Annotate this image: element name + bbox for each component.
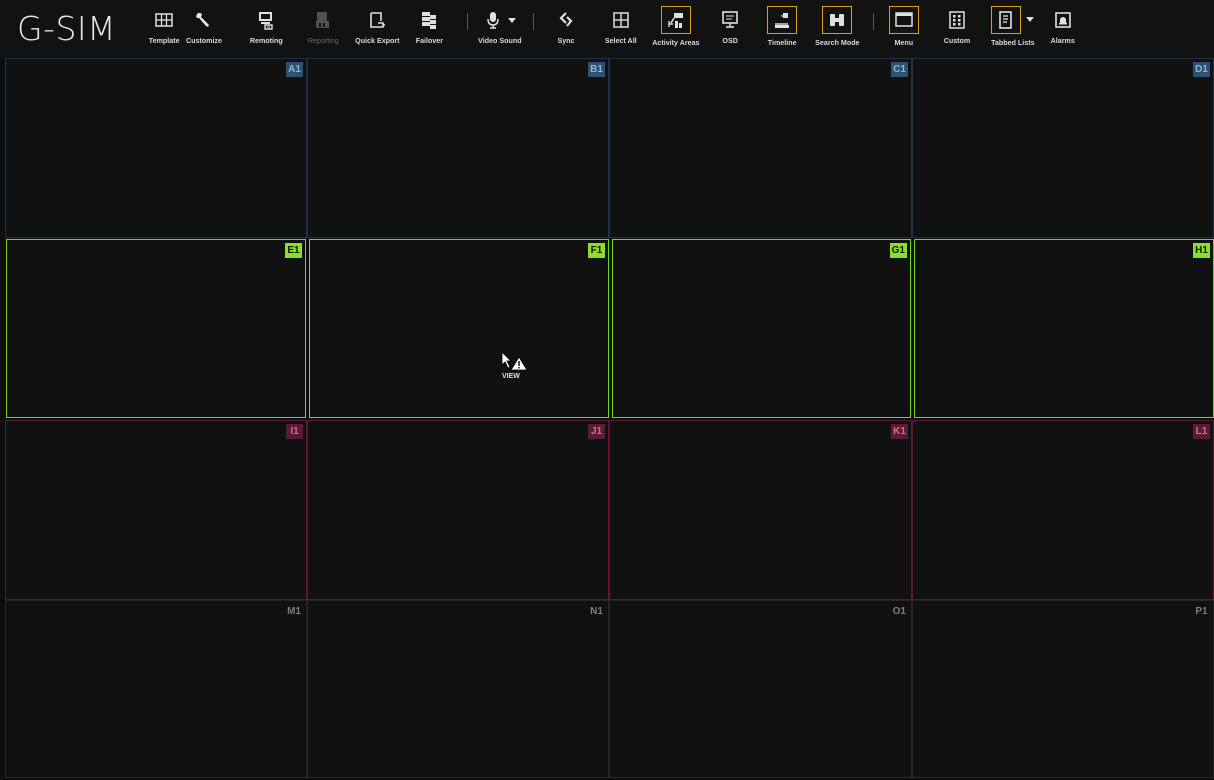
video-tile-g1[interactable]: G1	[612, 239, 911, 418]
timeline-icon	[767, 6, 797, 34]
activity-areas-button[interactable]: Activity Areas	[645, 6, 707, 52]
tile-label: O1	[892, 606, 906, 617]
app-logo: G-SIM	[17, 9, 117, 48]
tile-label: M1	[287, 606, 301, 617]
template-button[interactable]: Template	[148, 6, 180, 52]
toolbar-separator	[467, 13, 468, 30]
alarms-label: Alarms	[1050, 36, 1076, 45]
sync-label: Sync	[557, 36, 575, 45]
toolbar-separator	[873, 13, 874, 30]
menu-window-icon	[889, 6, 919, 34]
select-all-button[interactable]: Select All	[600, 6, 642, 52]
tile-label: H1	[1193, 243, 1210, 258]
tabbed-lists-button[interactable]: Tabbed Lists	[987, 6, 1039, 52]
custom-button[interactable]: Custom	[942, 6, 972, 52]
tile-label: G1	[889, 243, 907, 258]
osd-label: OSD	[722, 36, 738, 45]
osd-button[interactable]: OSD	[718, 6, 742, 52]
tile-label: I1	[286, 424, 303, 439]
menu-label: Menu	[894, 38, 914, 47]
video-tile-a1[interactable]: A1	[5, 58, 307, 238]
tabbed-lists-label: Tabbed Lists	[991, 38, 1035, 47]
video-tile-c1[interactable]: C1	[609, 58, 912, 238]
search-mode-button[interactable]: Search Mode	[805, 6, 869, 52]
menu-button[interactable]: Menu	[889, 6, 919, 52]
toolbar-separator	[533, 13, 534, 30]
activity-areas-icon	[661, 6, 691, 34]
keypad-icon	[945, 8, 969, 32]
template-grid-icon	[152, 8, 176, 32]
microphone-icon	[480, 8, 520, 32]
activity-areas-label: Activity Areas	[652, 38, 700, 47]
tile-label: C1	[891, 62, 908, 77]
customize-label: Customize	[185, 36, 223, 45]
reporting-label: Reporting	[307, 36, 339, 45]
remoting-label: Remoting	[249, 36, 283, 45]
sync-icon	[554, 8, 578, 32]
template-label: Template	[148, 36, 180, 45]
tile-label: B1	[588, 62, 605, 77]
cursor-view-label: VIEW	[502, 373, 520, 380]
quick-export-button[interactable]: Quick Export	[350, 6, 404, 52]
tile-label: J1	[588, 424, 605, 439]
select-all-icon	[609, 8, 633, 32]
osd-monitor-icon	[718, 8, 742, 32]
video-tile-f1[interactable]: F1	[309, 239, 609, 418]
video-tile-i1[interactable]: I1	[5, 420, 307, 600]
video-sound-button[interactable]: Video Sound	[472, 6, 528, 52]
failover-server-icon	[417, 8, 441, 32]
customize-button[interactable]: Customize	[183, 6, 225, 52]
main-toolbar: G-SIM Template Customize Remoting Report…	[0, 0, 1214, 58]
video-tile-h1[interactable]: H1	[914, 239, 1214, 418]
video-tile-j1[interactable]: J1	[307, 420, 609, 600]
report-icon	[311, 8, 335, 32]
video-tile-l1[interactable]: L1	[912, 420, 1214, 600]
video-tile-k1[interactable]: K1	[609, 420, 912, 600]
app-window: G-SIM Template Customize Remoting Report…	[0, 0, 1214, 780]
video-wall-grid: A1 B1 C1 D1 E1 F1 G1 H1 I1 J1 K1 L1 M1 N…	[5, 58, 1214, 778]
video-tile-o1[interactable]: O1	[609, 600, 912, 778]
alarm-bell-icon	[1051, 8, 1075, 32]
custom-label: Custom	[943, 36, 971, 45]
search-mode-label: Search Mode	[814, 38, 860, 47]
tile-label: A1	[286, 62, 303, 77]
failover-label: Failover	[415, 36, 443, 45]
select-all-label: Select All	[605, 36, 637, 45]
wrench-icon	[192, 8, 216, 32]
tile-label: P1	[1195, 606, 1208, 617]
failover-button[interactable]: Failover	[413, 6, 445, 52]
video-sound-label: Video Sound	[478, 36, 522, 45]
timeline-button[interactable]: Timeline	[762, 6, 802, 52]
video-tile-d1[interactable]: D1	[912, 58, 1214, 238]
chevron-down-icon[interactable]	[1026, 17, 1034, 22]
video-tile-b1[interactable]: B1	[307, 58, 609, 238]
binoculars-icon	[822, 6, 852, 34]
video-tile-m1[interactable]: M1	[5, 600, 307, 778]
tile-label: E1	[285, 243, 302, 258]
tile-label: K1	[891, 424, 908, 439]
tile-label: N1	[590, 606, 603, 617]
alarms-button[interactable]: Alarms	[1048, 6, 1078, 52]
export-icon	[365, 8, 389, 32]
tile-label: L1	[1193, 424, 1210, 439]
video-tile-p1[interactable]: P1	[912, 600, 1214, 778]
tabbed-lists-icon	[991, 6, 1021, 34]
sync-button[interactable]: Sync	[552, 6, 580, 52]
remoting-button[interactable]: Remoting	[248, 6, 284, 52]
timeline-label: Timeline	[767, 38, 797, 47]
tile-label: F1	[588, 243, 605, 258]
quick-export-label: Quick Export	[354, 36, 400, 45]
chevron-down-icon[interactable]	[507, 17, 516, 23]
reporting-button[interactable]: Reporting	[303, 6, 343, 52]
video-tile-e1[interactable]: E1	[6, 239, 306, 418]
tile-label: D1	[1193, 62, 1210, 77]
remote-monitor-icon	[254, 8, 278, 32]
video-tile-n1[interactable]: N1	[307, 600, 609, 778]
